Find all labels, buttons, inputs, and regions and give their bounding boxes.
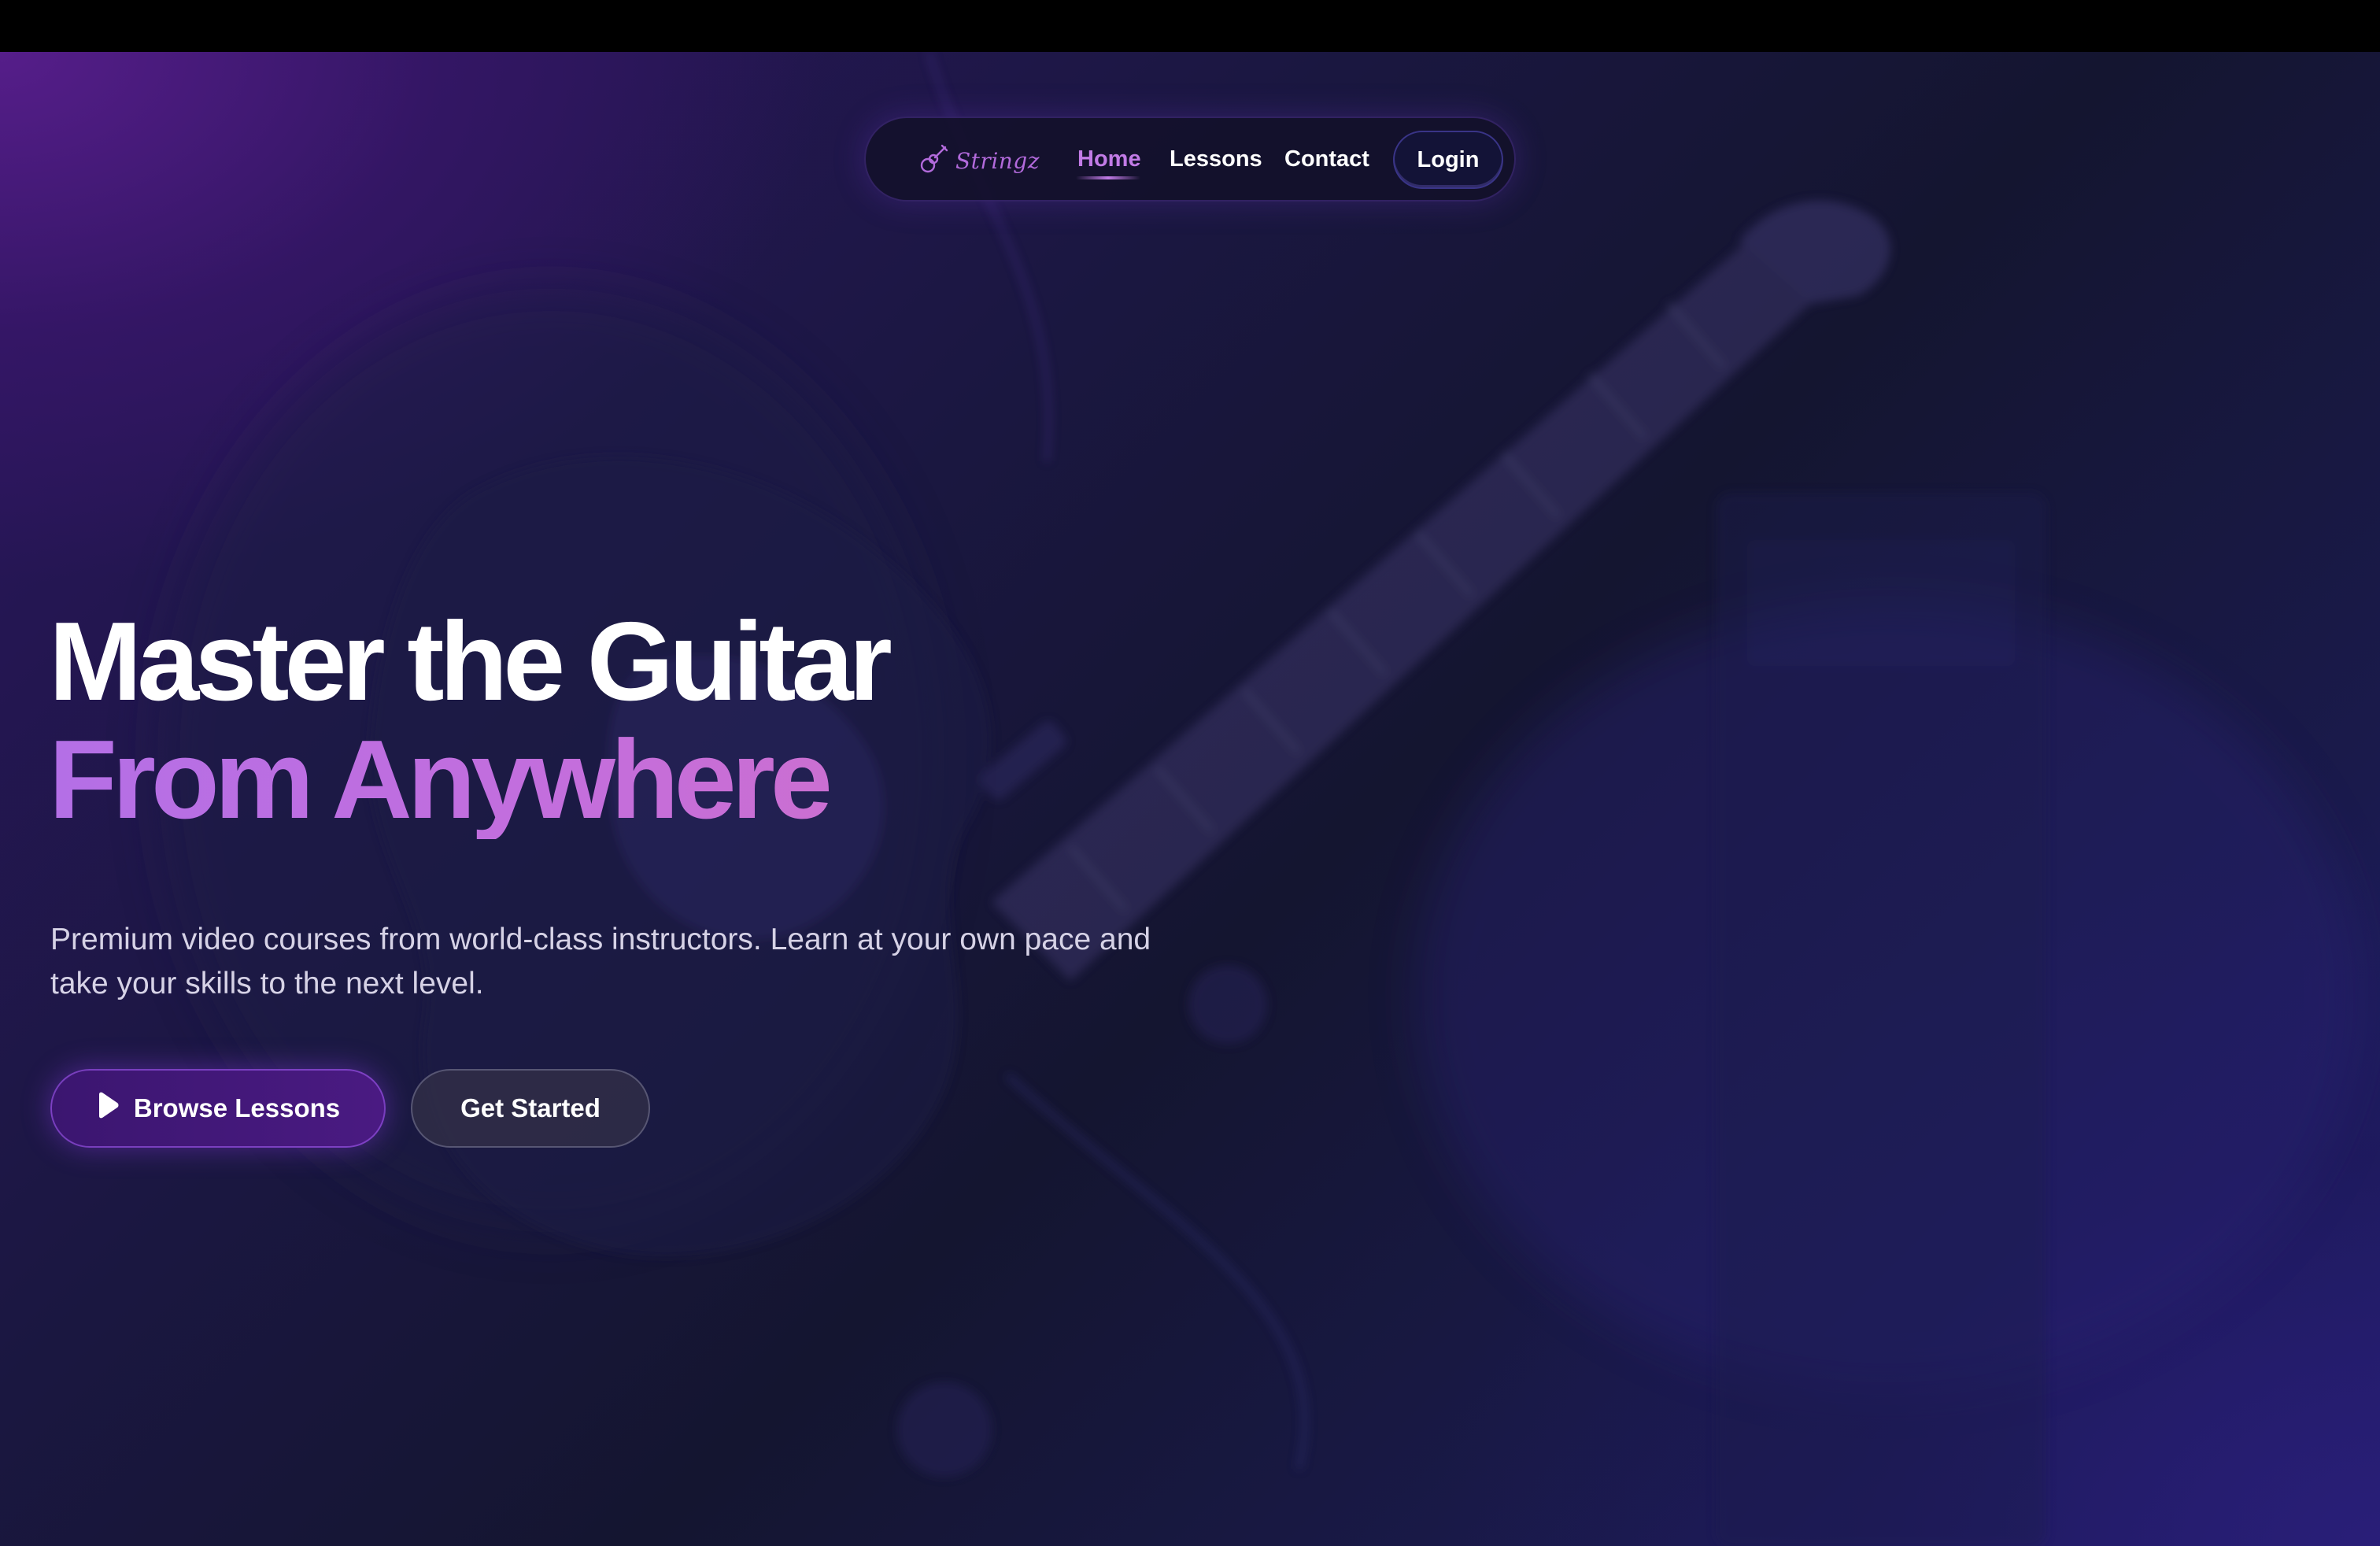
play-icon <box>96 1092 120 1125</box>
hero-subtitle: Premium video courses from world-class i… <box>50 923 1151 1000</box>
logo-text: Stringz <box>955 147 1040 174</box>
browser-top-bar <box>0 0 2380 52</box>
get-started-button[interactable]: Get Started <box>411 1069 650 1148</box>
hero-title: Master the Guitar From Anywhere <box>49 599 893 839</box>
active-nav-indicator <box>1076 176 1140 179</box>
guitar-icon <box>918 142 949 179</box>
browse-lessons-label: Browse Lessons <box>133 1093 341 1123</box>
login-button[interactable]: Login <box>1393 131 1503 189</box>
main-navigation: Stringz Home Lessons Contact Login <box>864 117 1516 202</box>
hero-title-line2: From Anywhere <box>49 721 888 839</box>
hero-section: Stringz Home Lessons Contact Login Maste… <box>0 52 2380 1546</box>
browse-lessons-button[interactable]: Browse Lessons <box>50 1069 386 1148</box>
logo[interactable]: Stringz <box>918 139 1040 183</box>
nav-link-lessons[interactable]: Lessons <box>1170 145 1262 173</box>
nav-link-home[interactable]: Home <box>1077 145 1141 173</box>
nav-link-contact[interactable]: Contact <box>1284 145 1369 173</box>
hero-title-line1: Master the Guitar <box>49 599 893 724</box>
